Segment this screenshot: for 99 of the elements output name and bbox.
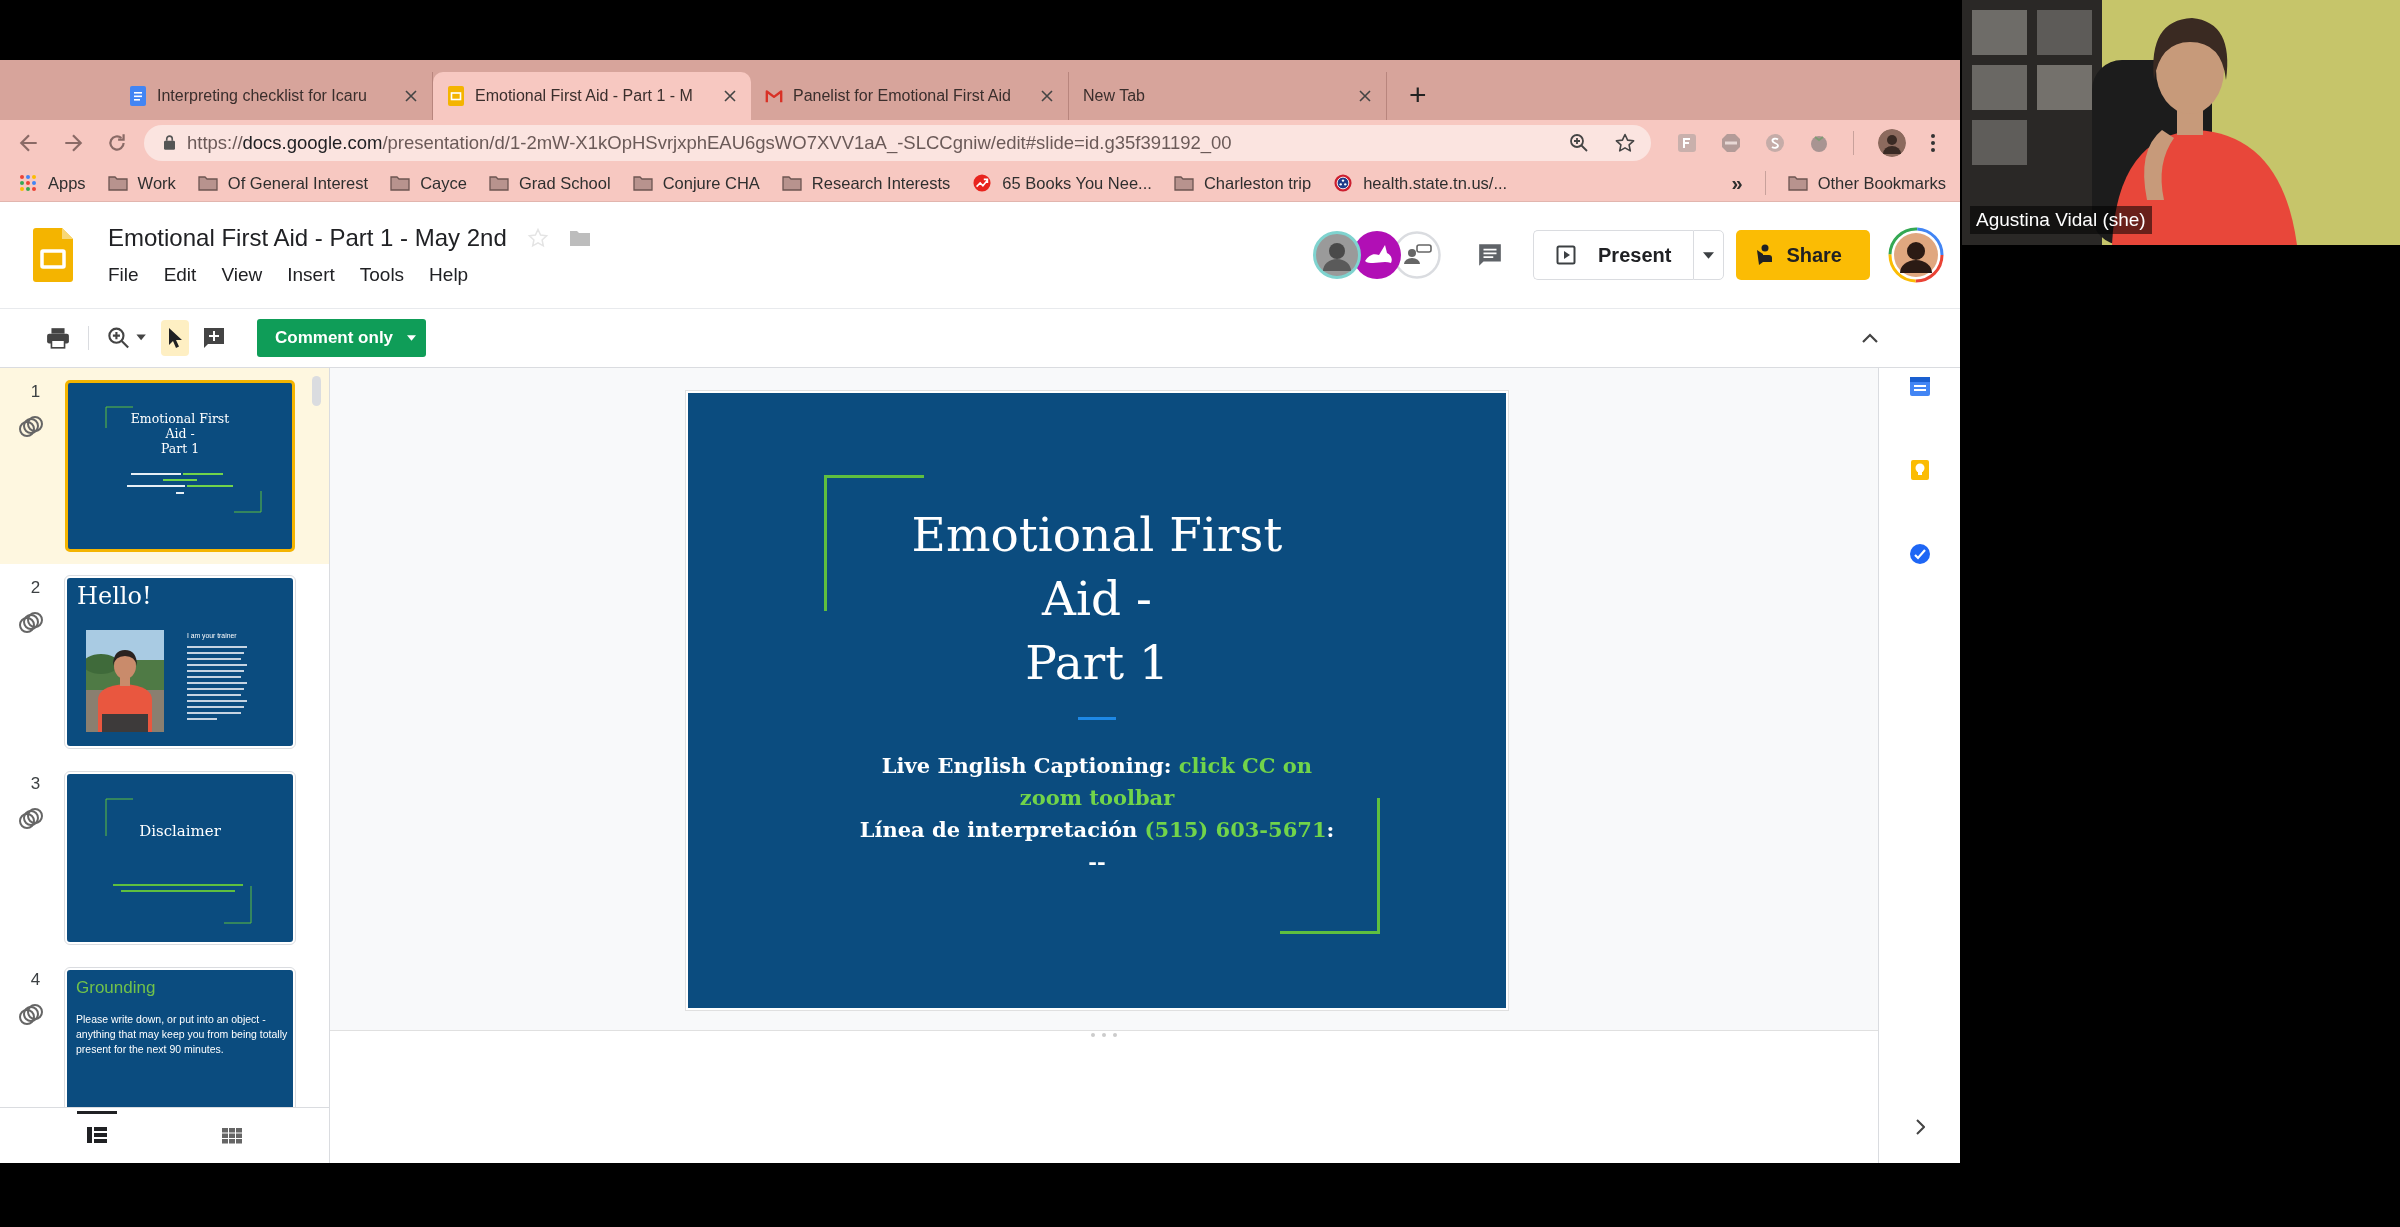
new-tab-button[interactable]: + bbox=[1409, 78, 1427, 112]
slides-icon bbox=[447, 86, 465, 106]
caret-icon bbox=[407, 335, 417, 341]
slide-thumbnail[interactable]: Emotional First Aid - Part 1 bbox=[65, 380, 295, 552]
more-icon[interactable] bbox=[1930, 132, 1936, 153]
menu-item[interactable]: Tools bbox=[351, 262, 413, 288]
stars-badge-icon bbox=[1333, 174, 1354, 192]
play-icon bbox=[1556, 245, 1577, 265]
tab-title: Panelist for Emotional First Aid bbox=[793, 87, 1012, 105]
pointer-icon[interactable] bbox=[161, 320, 189, 356]
bookmark-label: Apps bbox=[48, 173, 86, 193]
tab-title: Emotional First Aid - Part 1 - M bbox=[475, 87, 694, 105]
document-icon bbox=[129, 86, 147, 106]
bookmark-label: health.state.tn.us/... bbox=[1363, 173, 1508, 193]
share-button[interactable]: Share bbox=[1736, 230, 1870, 280]
slide-title: Disclaimer bbox=[138, 822, 222, 840]
bookmark-label: Charleston trip bbox=[1203, 173, 1312, 193]
comment-only-button[interactable]: Comment only bbox=[257, 319, 427, 357]
bookmark-label: 65 Books You Nee... bbox=[1002, 173, 1152, 193]
slide-title: Grounding bbox=[76, 978, 157, 998]
slide[interactable]: Emotional First Aid - Part 1 Live English Captioning: click CC on zoom toolbar Línea de interpretación (515) 603-5671: -- bbox=[688, 393, 1506, 1008]
link-icon[interactable] bbox=[17, 416, 44, 438]
slide-number: 1 bbox=[30, 382, 41, 402]
bookmark[interactable]: Research Interests bbox=[781, 173, 951, 193]
slide-thumbnail[interactable]: Grounding Please write down, or put into an object - anything that may keep you from being totally present for the next 90 minutes. bbox=[65, 968, 295, 1107]
present-options-button[interactable] bbox=[1693, 230, 1725, 280]
bookmark[interactable]: Grad School bbox=[488, 173, 611, 193]
folder-icon bbox=[1787, 174, 1808, 192]
menu-item[interactable]: Help bbox=[421, 262, 477, 288]
apps-grid-icon bbox=[18, 174, 38, 192]
bookmark[interactable]: Work bbox=[107, 173, 176, 193]
bookmark[interactable]: Apps bbox=[18, 173, 86, 193]
tab-title: Interpreting checklist for Icaru bbox=[157, 87, 368, 105]
folder-icon bbox=[632, 174, 653, 192]
document-title[interactable]: Emotional First Aid - Part 1 - May 2nd bbox=[108, 222, 507, 254]
bookmark[interactable]: health.state.tn.us/... bbox=[1333, 173, 1508, 193]
bookmark[interactable]: Charleston trip bbox=[1173, 173, 1312, 193]
person-icon bbox=[1754, 244, 1775, 266]
expand-panel-icon[interactable] bbox=[1914, 1119, 1925, 1135]
bookmark[interactable]: Other Bookmarks bbox=[1787, 173, 1946, 193]
bookmark-label: Work bbox=[137, 173, 176, 193]
lock-icon bbox=[164, 135, 175, 150]
slide-body-text: Please write down, or put into an object - anything that may keep you from being totally present for the next 90 minutes. bbox=[76, 1012, 289, 1057]
bookmark-label: Research Interests bbox=[811, 173, 951, 193]
participant-name: Agustina Vidal (she) bbox=[1970, 206, 2152, 234]
slide-caption: Live English Captioning: click CC on zoom toolbar Línea de interpretación (515) 603-5671: -- bbox=[859, 752, 1335, 876]
menu-item[interactable]: Edit bbox=[155, 262, 205, 288]
folder-icon bbox=[1173, 174, 1194, 192]
url-text: https://docs.google.com/presentation/d/1-2mW-X1kOpHSvrjxphEAU6gsWO7XVV1aA_-SLCCgniw/edit#slide=id.g35f391192_00 bbox=[187, 131, 1233, 154]
slide-title: Emotional First Aid - Part 1 bbox=[911, 506, 1283, 692]
bookmark[interactable]: Conjure CHA bbox=[632, 173, 760, 193]
collapse-icon[interactable] bbox=[1862, 333, 1878, 343]
bookmark-label: Conjure CHA bbox=[662, 173, 760, 193]
reload-icon[interactable] bbox=[106, 131, 128, 154]
slide-number: 2 bbox=[30, 578, 41, 598]
slide-title: Hello! bbox=[77, 582, 153, 610]
folder-icon bbox=[488, 174, 509, 192]
present-button[interactable]: Present bbox=[1533, 230, 1694, 280]
resize-handle-icon[interactable] bbox=[1089, 1032, 1119, 1038]
scrollbar-thumb[interactable] bbox=[312, 376, 321, 406]
bookmark[interactable]: Of General Interest bbox=[197, 173, 369, 193]
slide-number: 4 bbox=[30, 970, 41, 990]
menu-item[interactable]: View bbox=[213, 262, 271, 288]
bookmark-label: Grad School bbox=[518, 173, 611, 193]
slide-thumbnail[interactable]: Disclaimer bbox=[65, 772, 295, 944]
account-avatar[interactable] bbox=[1888, 227, 1944, 283]
zoom-icon[interactable] bbox=[1569, 132, 1589, 153]
folder-icon bbox=[107, 174, 128, 192]
menu-item[interactable]: Insert bbox=[279, 262, 343, 288]
slide-number: 3 bbox=[30, 774, 41, 794]
slide-title: Emotional First Aid - Part 1 bbox=[130, 411, 230, 456]
menu-item[interactable]: File bbox=[100, 262, 147, 288]
comments-icon[interactable] bbox=[1477, 242, 1504, 268]
profile-avatar[interactable] bbox=[1878, 128, 1906, 157]
bracket-drawing bbox=[224, 886, 252, 924]
trend-icon bbox=[972, 174, 993, 192]
bracket-drawing bbox=[105, 798, 133, 836]
bracket-drawing bbox=[234, 491, 262, 513]
bracket-drawing bbox=[105, 406, 133, 428]
link-icon[interactable] bbox=[17, 612, 44, 634]
user-avatar[interactable] bbox=[1313, 231, 1362, 279]
bookmark-label: Other Bookmarks bbox=[1817, 173, 1946, 193]
address-bar[interactable]: https://docs.google.com/presentation/d/1-2mW-X1kOpHSvrjxphEAU6gsWO7XVV1aA_-SLCCgniw/edit#slide=id.g35f391192_00 bbox=[144, 124, 1651, 161]
bookmark[interactable]: 65 Books You Nee... bbox=[972, 173, 1152, 193]
star-icon[interactable] bbox=[1615, 132, 1635, 153]
calendar-icon[interactable] bbox=[1908, 375, 1931, 397]
browser-tab[interactable]: Emotional First Aid - Part 1 - M bbox=[433, 72, 751, 120]
caret-icon bbox=[1703, 251, 1715, 259]
link-icon[interactable] bbox=[17, 1004, 44, 1026]
more-bookmarks-button[interactable]: » bbox=[1731, 171, 1743, 195]
bookmark-label: Cayce bbox=[420, 173, 467, 193]
bookmark-label: Of General Interest bbox=[227, 173, 369, 193]
folder-icon bbox=[781, 174, 802, 192]
check-circle-icon[interactable] bbox=[1908, 543, 1931, 565]
folder-icon bbox=[197, 174, 218, 192]
folder-icon bbox=[390, 174, 411, 192]
bookmark[interactable]: Cayce bbox=[390, 173, 467, 193]
tab-title: New Tab bbox=[1083, 87, 1146, 105]
link-icon[interactable] bbox=[17, 808, 44, 830]
